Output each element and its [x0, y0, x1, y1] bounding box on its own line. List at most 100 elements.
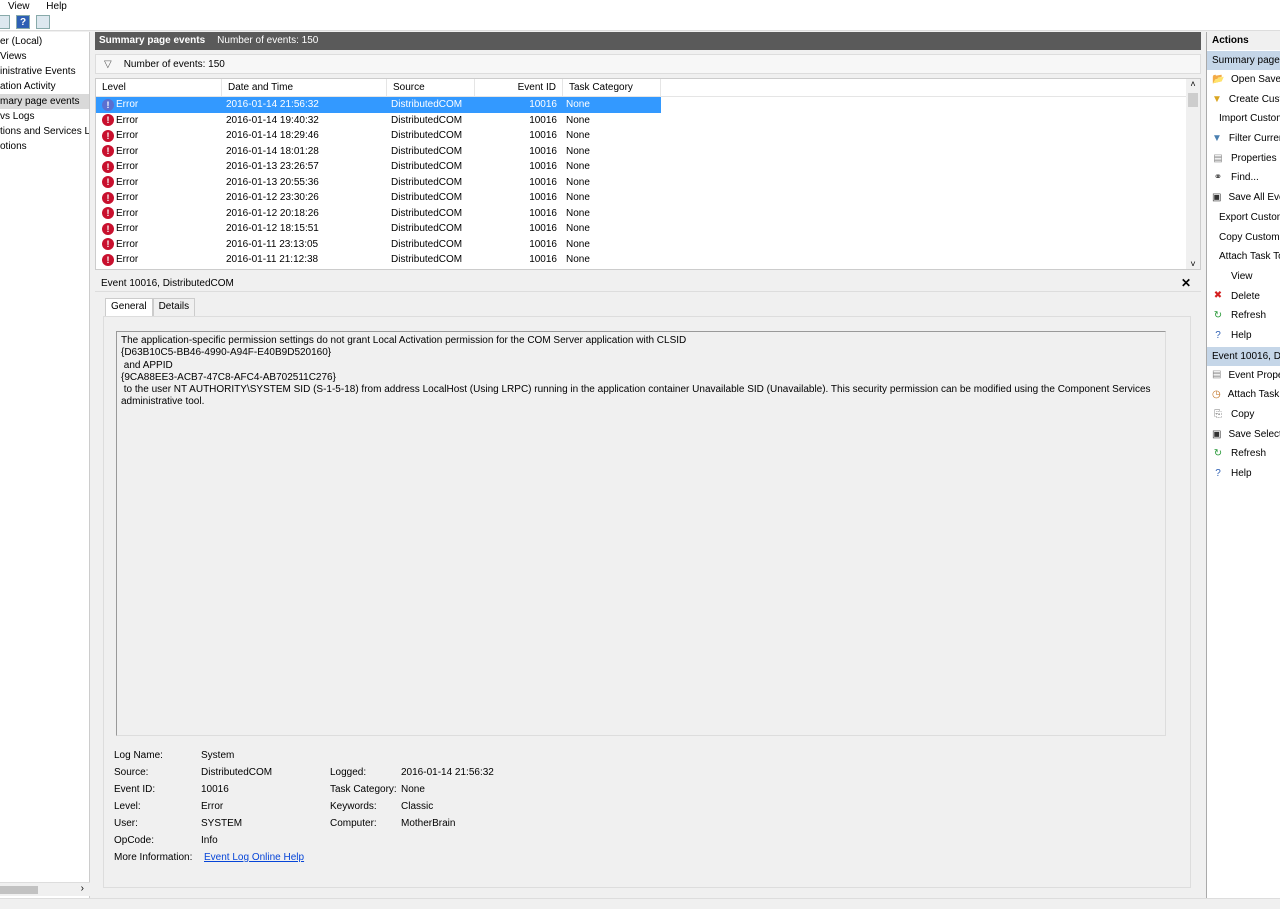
actions-section-summary[interactable]: Summary page events [1207, 51, 1280, 70]
action-pane-toggle-icon[interactable] [36, 15, 50, 29]
help-icon[interactable]: ? [16, 15, 30, 29]
tree-item[interactable]: inistrative Events [0, 64, 89, 79]
error-icon: ! [102, 145, 114, 157]
table-vertical-scrollbar[interactable]: ˄˅ [1186, 79, 1200, 269]
action-create-custom-view[interactable]: ▼Create Custom View... [1207, 90, 1280, 110]
table-row[interactable]: !Error2016-01-14 18:29:46DistributedCOM1… [96, 128, 661, 144]
tree-horizontal-scrollbar[interactable]: › [0, 882, 90, 896]
action-refresh[interactable]: ↻Refresh [1207, 444, 1280, 464]
preview-tabs: General Details [105, 298, 195, 316]
level-cell: Error [116, 221, 138, 237]
table-row[interactable]: !Error2016-01-14 18:01:28DistributedCOM1… [96, 144, 661, 160]
action-properties[interactable]: ▤Properties [1207, 149, 1280, 169]
action-save-all-events-in-custom-view-as[interactable]: ▣Save All Events in Custom View As... [1207, 188, 1280, 208]
error-icon: ! [102, 130, 114, 142]
action-open-saved-log[interactable]: 📂Open Saved Log... [1207, 70, 1280, 90]
filter-count: Number of events: 150 [124, 59, 225, 70]
event-id-cell: 10016 [475, 113, 563, 129]
column-header[interactable]: Task Category [563, 79, 661, 96]
menu-view[interactable]: View [8, 1, 30, 12]
tree-item[interactable]: er (Local) [0, 34, 89, 49]
computer-label: Computer: [330, 815, 377, 832]
preview-header: Event 10016, DistributedCOM✕ [95, 275, 1201, 292]
events-table: LevelDate and TimeSourceEvent IDTask Cat… [95, 78, 1201, 270]
action-label: Copy Custom View... [1219, 228, 1280, 248]
event-id-cell: 10016 [475, 144, 563, 160]
action-refresh[interactable]: ↻Refresh [1207, 306, 1280, 326]
action-filter-current-custom-view[interactable]: ▼Filter Current Custom View... [1207, 129, 1280, 149]
table-row[interactable]: !Error2016-01-12 20:18:26DistributedCOM1… [96, 206, 661, 222]
tree-item[interactable]: tions and Services Lo [0, 124, 89, 139]
table-row[interactable]: !Error2016-01-12 23:30:26DistributedCOM1… [96, 190, 661, 206]
column-header[interactable]: Source [387, 79, 475, 96]
task-category-cell: None [563, 113, 661, 129]
action-label: Attach Task To This Custom View... [1219, 247, 1280, 267]
actions-pane: Actions Summary page events 📂Open Saved … [1206, 32, 1280, 898]
action-copy-custom-view[interactable]: Copy Custom View... [1207, 228, 1280, 248]
table-row[interactable]: !Error2016-01-14 19:40:32DistributedCOM1… [96, 113, 661, 129]
action-event-properties[interactable]: ▤Event Properties [1207, 366, 1280, 386]
keywords-label: Keywords: [330, 798, 377, 815]
tree-item[interactable]: otions [0, 139, 89, 154]
action-attach-task-to-this-event[interactable]: ◷Attach Task To This Event... [1207, 385, 1280, 405]
tab-general[interactable]: General [105, 298, 153, 316]
event-id-value: 10016 [201, 781, 229, 798]
column-header[interactable]: Event ID [475, 79, 563, 96]
binoculars-icon: ⚭ [1212, 172, 1224, 184]
action-view[interactable]: View [1207, 267, 1280, 287]
toolbar: ? [0, 13, 1280, 31]
delete-icon: ✖ [1212, 290, 1224, 302]
date-cell: 2016-01-13 23:26:57 [222, 159, 387, 175]
date-cell: 2016-01-14 18:29:46 [222, 128, 387, 144]
action-export-custom-view[interactable]: Export Custom View... [1207, 208, 1280, 228]
source-cell: DistributedCOM [387, 144, 475, 160]
user-label: User: [114, 815, 138, 832]
column-header[interactable]: Level [96, 79, 222, 96]
close-preview-icon[interactable]: ✕ [1181, 275, 1191, 292]
task-category-label: Task Category: [330, 781, 397, 798]
tree-item[interactable]: vs Logs [0, 109, 89, 124]
task-category-cell: None [563, 252, 661, 268]
table-row[interactable]: !Error2016-01-11 21:12:38DistributedCOM1… [96, 252, 661, 268]
tree-item[interactable]: Views [0, 49, 89, 64]
task-category-cell: None [563, 128, 661, 144]
date-cell: 2016-01-14 19:40:32 [222, 113, 387, 129]
table-row[interactable]: !Error2016-01-13 20:55:36DistributedCOM1… [96, 175, 661, 191]
action-copy[interactable]: ⎘Copy [1207, 405, 1280, 425]
table-row[interactable]: !Error2016-01-12 18:15:51DistributedCOM1… [96, 221, 661, 237]
level-cell: Error [116, 206, 138, 222]
table-row[interactable]: !Error2016-01-14 21:56:32DistributedCOM1… [96, 97, 661, 113]
action-find[interactable]: ⚭Find... [1207, 168, 1280, 188]
log-name-label: Log Name: [114, 747, 163, 764]
source-cell: DistributedCOM [387, 159, 475, 175]
table-row[interactable]: !Error2016-01-11 23:13:05DistributedCOM1… [96, 237, 661, 253]
console-tree-toggle-icon[interactable] [0, 15, 10, 29]
action-help[interactable]: ?Help [1207, 464, 1280, 484]
column-header[interactable]: Date and Time [222, 79, 387, 96]
tree-item[interactable]: ation Activity [0, 79, 89, 94]
user-value: SYSTEM [201, 815, 242, 832]
table-row[interactable]: !Error2016-01-13 23:26:57DistributedCOM1… [96, 159, 661, 175]
level-cell: Error [116, 175, 138, 191]
error-icon: ! [102, 223, 114, 235]
action-attach-task-to-this-custom-view[interactable]: Attach Task To This Custom View... [1207, 247, 1280, 267]
logged-value: 2016-01-14 21:56:32 [401, 764, 494, 781]
actions-section-event[interactable]: Event 10016, DistributedCOM [1207, 347, 1280, 366]
action-save-selected-events[interactable]: ▣Save Selected Events... [1207, 425, 1280, 445]
error-icon: ! [102, 176, 114, 188]
level-value: Error [201, 798, 223, 815]
action-import-custom-view[interactable]: Import Custom View... [1207, 109, 1280, 129]
menu-help[interactable]: Help [46, 1, 67, 12]
level-cell: Error [116, 113, 138, 129]
tab-details[interactable]: Details [153, 298, 196, 316]
event-log-online-help-link[interactable]: Event Log Online Help [204, 849, 304, 866]
event-id-cell: 10016 [475, 252, 563, 268]
tree-item[interactable]: mary page events [0, 94, 89, 109]
level-cell: Error [116, 144, 138, 160]
status-bar [0, 898, 1280, 909]
blank-icon [1212, 271, 1224, 283]
source-cell: DistributedCOM [387, 97, 475, 113]
action-delete[interactable]: ✖Delete [1207, 287, 1280, 307]
action-help[interactable]: ?Help [1207, 326, 1280, 346]
event-description[interactable]: The application-specific permission sett… [116, 331, 1166, 736]
